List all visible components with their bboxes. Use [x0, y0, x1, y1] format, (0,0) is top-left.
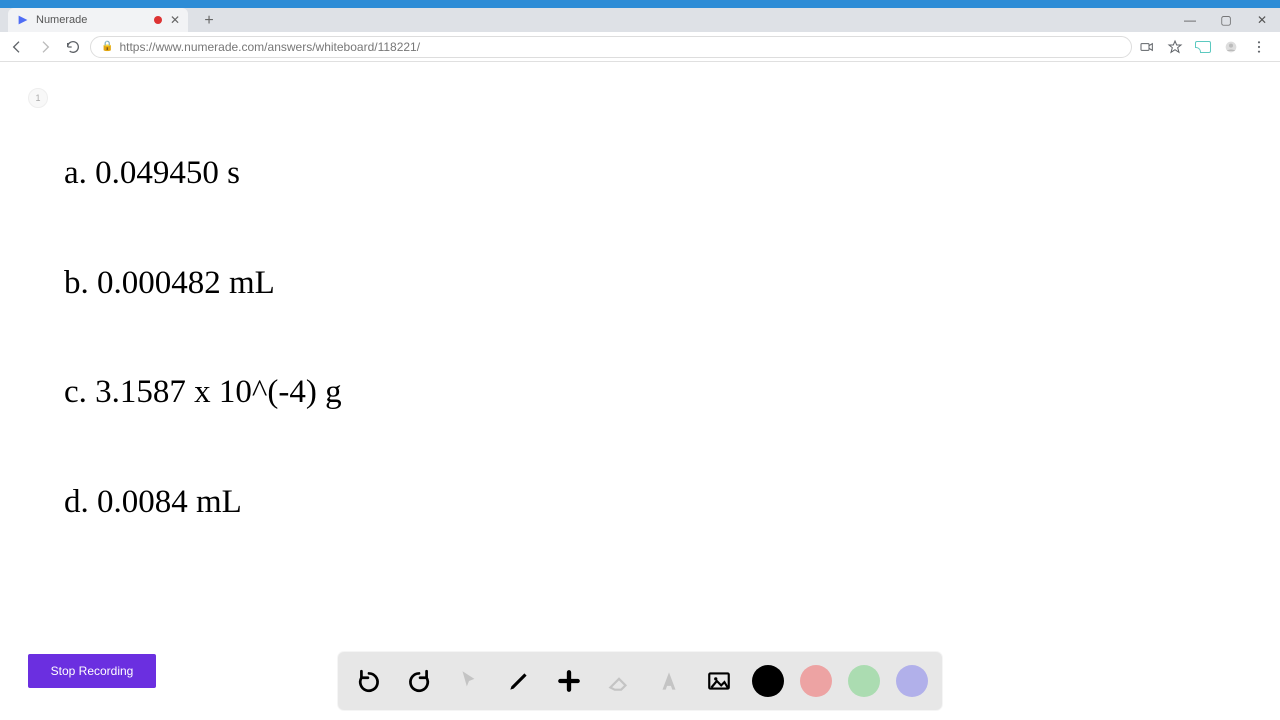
browser-menu-button[interactable]: [1250, 38, 1268, 56]
url-input[interactable]: 🔒 https://www.numerade.com/answers/white…: [90, 36, 1132, 58]
lock-icon: 🔒: [101, 41, 113, 52]
content-line-c: c. 3.1587 x 10^(-4) g: [64, 373, 342, 413]
close-window-button[interactable]: ✕: [1244, 8, 1280, 32]
undo-button[interactable]: [352, 664, 386, 698]
color-swatch-green[interactable]: [848, 665, 880, 697]
color-swatch-purple[interactable]: [896, 665, 928, 697]
tab-title: Numerade: [36, 14, 154, 26]
window-titlebar: [0, 0, 1280, 8]
browser-tab-bar: Numerade ✕ + — ▢ ✕: [0, 8, 1280, 32]
cast-extension-icon[interactable]: [1194, 38, 1212, 56]
redo-button[interactable]: [402, 664, 436, 698]
eraser-tool[interactable]: [602, 664, 636, 698]
page-number-badge: 1: [28, 88, 48, 108]
whiteboard-toolbar: [338, 652, 942, 710]
new-tab-button[interactable]: +: [198, 10, 220, 32]
minimize-button[interactable]: —: [1172, 8, 1208, 32]
address-bar: 🔒 https://www.numerade.com/answers/white…: [0, 32, 1280, 62]
tab-close-button[interactable]: ✕: [170, 13, 180, 27]
forward-button[interactable]: [34, 36, 56, 58]
recording-indicator-icon: [154, 16, 162, 24]
url-text: https://www.numerade.com/answers/whitebo…: [119, 40, 420, 54]
browser-tab[interactable]: Numerade ✕: [8, 8, 188, 32]
content-line-a: a. 0.049450 s: [64, 154, 342, 194]
stop-recording-button[interactable]: Stop Recording: [28, 654, 156, 688]
color-swatch-black[interactable]: [752, 665, 784, 697]
page-viewport: 1 a. 0.049450 s b. 0.000482 mL c. 3.1587…: [0, 62, 1280, 716]
tab-favicon-icon: [16, 13, 30, 27]
reload-button[interactable]: [62, 36, 84, 58]
bookmark-star-icon[interactable]: [1166, 38, 1184, 56]
pointer-tool[interactable]: [452, 664, 486, 698]
camera-icon[interactable]: [1138, 38, 1156, 56]
text-tool[interactable]: [652, 664, 686, 698]
maximize-button[interactable]: ▢: [1208, 8, 1244, 32]
content-line-b: b. 0.000482 mL: [64, 264, 342, 304]
whiteboard-content: a. 0.049450 s b. 0.000482 mL c. 3.1587 x…: [64, 154, 342, 522]
back-button[interactable]: [6, 36, 28, 58]
image-tool[interactable]: [702, 664, 736, 698]
window-controls: — ▢ ✕: [1172, 8, 1280, 32]
content-line-d: d. 0.0084 mL: [64, 483, 342, 523]
color-swatch-pink[interactable]: [800, 665, 832, 697]
profile-avatar-icon[interactable]: [1222, 38, 1240, 56]
pencil-tool[interactable]: [502, 664, 536, 698]
add-tool[interactable]: [552, 664, 586, 698]
